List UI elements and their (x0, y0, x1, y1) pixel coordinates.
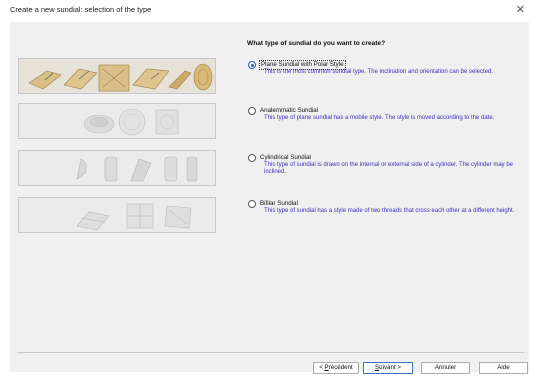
option-description: This type of sundial has a style made of… (264, 208, 515, 214)
option-label: Cylindrical Sundial (260, 154, 311, 161)
radio-cylindrical-sundial[interactable] (248, 154, 256, 162)
option-description: This is the most common sundial type. Th… (264, 69, 494, 75)
title-bar: Create a new sundial: selection of the t… (0, 0, 534, 22)
bifilar-sundial-thumbnail[interactable] (18, 197, 216, 233)
close-icon[interactable]: ✕ (516, 3, 525, 16)
plane-sundial-thumbnail[interactable] (18, 58, 216, 94)
option-label: Plane Sundial with Polar Style (259, 60, 346, 70)
cylindrical-sundial-thumbnail[interactable] (18, 150, 216, 186)
radio-analemmatic-sundial[interactable] (248, 107, 256, 115)
cylindrical-sundial-icon (76, 156, 198, 182)
option-description: This type of plane sundial has a mobile … (264, 115, 495, 121)
analemmatic-sundial-icon (83, 108, 179, 136)
footer-separator (17, 352, 524, 353)
next-button[interactable]: Suivant > (363, 362, 413, 374)
previous-button[interactable]: < Précédent (313, 362, 359, 374)
cancel-button[interactable]: Annuler (421, 362, 470, 374)
window-title: Create a new sundial: selection of the t… (10, 5, 152, 14)
analemmatic-sundial-thumbnail[interactable] (18, 103, 216, 139)
plane-sundial-icon (28, 63, 213, 92)
option-description: This type of sundial is drawn on the int… (264, 162, 514, 176)
radio-plane-sundial[interactable] (248, 61, 256, 69)
page-heading: What type of sundial do you want to crea… (247, 40, 386, 47)
option-label: Analemmatic Sundial (260, 107, 319, 114)
help-button[interactable]: Aide (479, 362, 528, 374)
bifilar-sundial-icon (76, 203, 192, 231)
radio-bifilar-sundial[interactable] (248, 200, 256, 208)
option-label: Bifilar Sundial (260, 200, 298, 207)
